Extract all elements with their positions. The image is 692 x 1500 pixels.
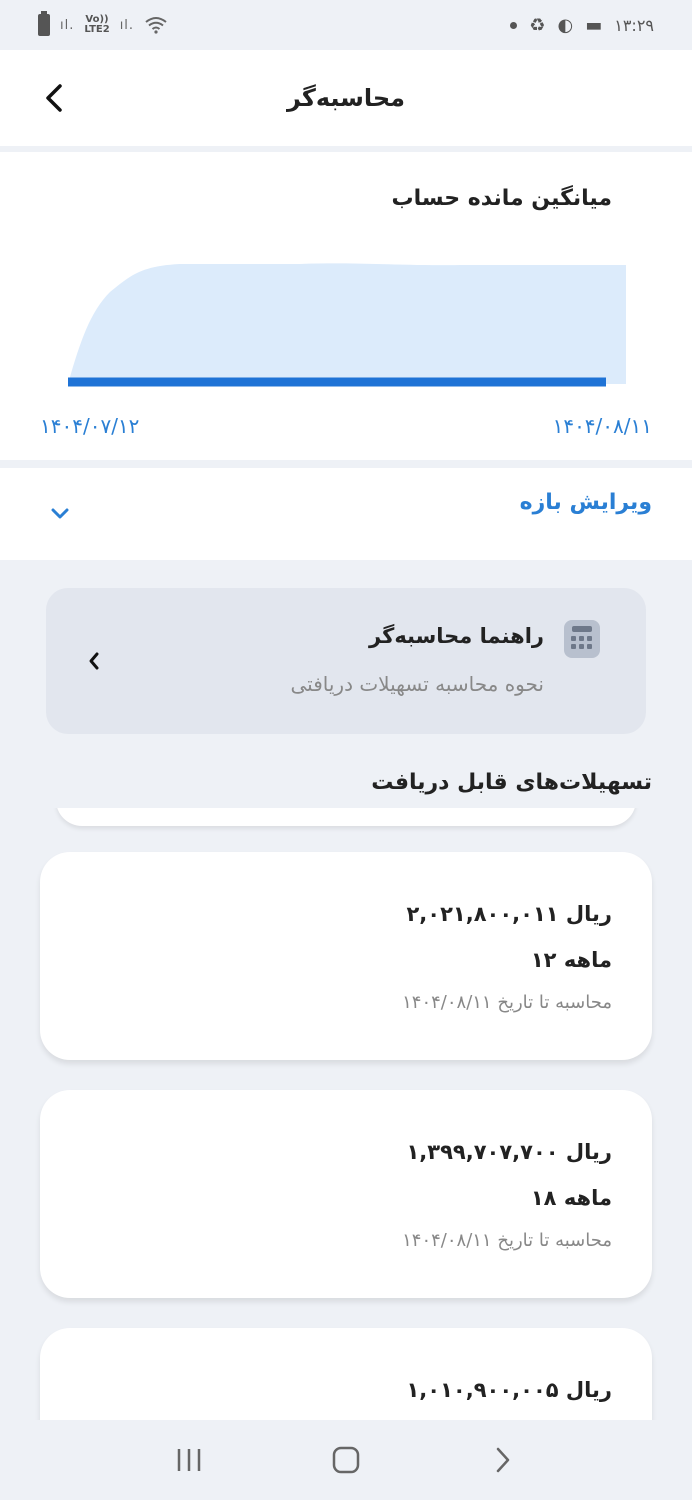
status-time: ۱۳:۲۹ (614, 15, 654, 35)
app-bar: محاسبه‌گر (0, 50, 692, 146)
loan-amount: ۱,۰۱۰,۹۰۰,۰۰۵ ریال (406, 1378, 612, 1402)
edit-range-row[interactable]: ویرایش بازه (0, 468, 692, 560)
edit-range-label: ویرایش بازه (519, 490, 652, 515)
loan-card[interactable]: ۱,۰۱۰,۹۰۰,۰۰۵ ریال (40, 1328, 652, 1420)
loan-calc-date: محاسبه تا تاریخ ۱۴۰۴/۰۸/۱۱ (402, 992, 612, 1013)
balance-chart-card: میانگین مانده حساب ۱۴۰۴/۰۷/۱۲ ۱۴۰۴/۰۸/۱۱ (0, 152, 692, 460)
chevron-left-icon (89, 652, 99, 670)
home-icon (332, 1446, 360, 1474)
status-left: ıl. Vo)) LTE2 ıl. (38, 11, 168, 36)
recent-apps-icon (177, 1449, 200, 1471)
message-icon: ▬ (585, 14, 603, 36)
notification-dot-icon (510, 21, 518, 29)
balance-chart (68, 263, 626, 387)
signal-icon: ıl. (60, 17, 75, 33)
status-bar: ıl. Vo)) LTE2 ıl. ♻ ◐ ▬ ۱۳:۲۹ (0, 0, 692, 50)
chart-area (68, 263, 626, 384)
loan-amount: ۲,۰۲۱,۸۰۰,۰۱۱ ریال (406, 902, 612, 926)
home-button[interactable] (316, 1430, 376, 1490)
sync-icon: ♻ (529, 14, 546, 36)
lte-label: LTE2 (84, 24, 110, 35)
signal-icon-2: ıl. (119, 17, 135, 33)
chevron-left-icon (46, 84, 62, 112)
loan-card[interactable]: ۲,۰۲۱,۸۰۰,۰۱۱ ریال ۱۲ ماهه محاسبه تا تار… (40, 852, 652, 1060)
guide-title: راهنما محاسبه‌گر (369, 624, 544, 648)
calculator-icon (564, 620, 600, 658)
loan-card[interactable]: ۱,۳۹۹,۷۰۷,۷۰۰ ریال ۱۸ ماهه محاسبه تا تار… (40, 1090, 652, 1298)
back-nav-button[interactable] (473, 1430, 533, 1490)
page-title: محاسبه‌گر (286, 84, 405, 112)
calculator-guide-card[interactable]: راهنما محاسبه‌گر نحوه محاسبه تسهیلات دری… (46, 588, 646, 734)
chevron-down-icon[interactable] (48, 504, 72, 524)
wifi-icon (145, 17, 167, 34)
guide-subtitle: نحوه محاسبه تسهیلات دریافتی (290, 672, 544, 696)
status-right: ♻ ◐ ▬ ۱۳:۲۹ (510, 15, 654, 36)
back-button[interactable] (38, 80, 70, 116)
chart-end-date: ۱۴۰۴/۰۸/۱۱ (552, 414, 652, 438)
chevron-right-icon (497, 1447, 510, 1473)
loans-section-title: تسهیلات‌های قابل دریافت (371, 770, 652, 795)
loan-term: ۱۸ ماهه (530, 1186, 612, 1210)
loan-calc-date: محاسبه تا تاریخ ۱۴۰۴/۰۸/۱۱ (402, 1230, 612, 1251)
recent-apps-button[interactable] (159, 1430, 219, 1490)
loans-list[interactable]: ۲,۰۲۱,۸۰۰,۰۱۱ ریال ۱۲ ماهه محاسبه تا تار… (0, 808, 692, 1420)
system-nav-bar (0, 1420, 692, 1500)
chart-start-date: ۱۴۰۴/۰۷/۱۲ (40, 414, 140, 438)
loan-term: ۱۲ ماهه (530, 948, 612, 972)
network-indicator: Vo)) LTE2 (84, 15, 109, 35)
battery-icon (38, 11, 50, 36)
app-notification-icon: ◐ (557, 14, 574, 36)
list-item-partial[interactable] (56, 808, 636, 826)
loan-amount: ۱,۳۹۹,۷۰۷,۷۰۰ ریال (406, 1140, 612, 1164)
